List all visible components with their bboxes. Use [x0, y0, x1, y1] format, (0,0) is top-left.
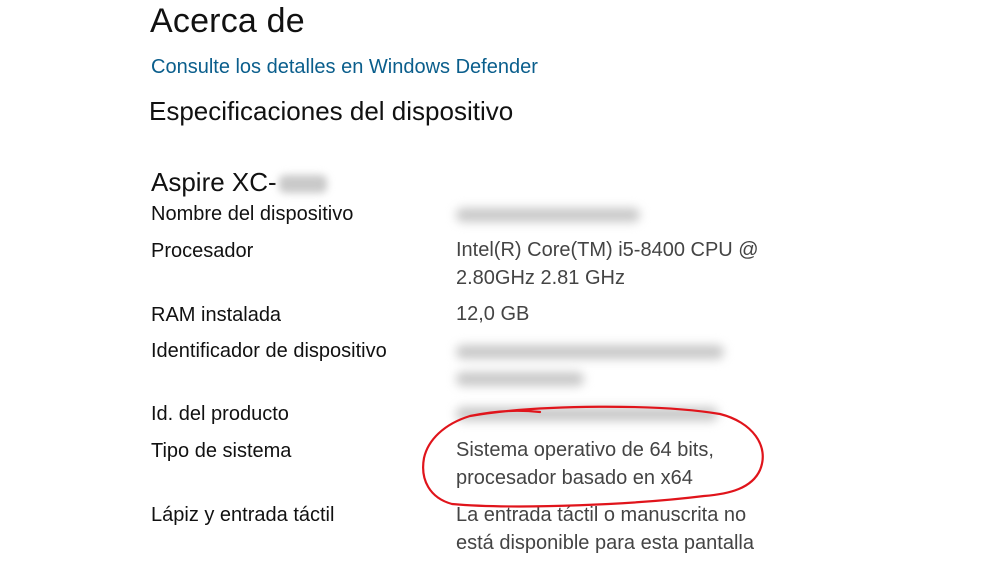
processor-label: Procesador	[151, 240, 254, 262]
device-specs-heading: Especificaciones del dispositivo	[149, 96, 514, 126]
about-page: Acerca de Consulte los detalles en Windo…	[0, 0, 1000, 567]
redacted-product-id	[456, 407, 718, 421]
device-name-label: Nombre del dispositivo	[151, 203, 354, 225]
page-title: Acerca de	[150, 2, 305, 40]
windows-defender-link[interactable]: Consulte los detalles en Windows Defende…	[151, 56, 538, 79]
processor-value-line2: 2.80GHz 2.81 GHz	[456, 267, 625, 289]
pen-touch-value: La entrada táctil o manuscrita no está d…	[456, 501, 754, 557]
redacted-device-id-line1	[456, 345, 724, 359]
redacted-device-id-line2	[456, 372, 584, 386]
processor-value-line1: Intel(R) Core(TM) i5-8400 CPU @	[456, 239, 759, 261]
product-id-label: Id. del producto	[151, 403, 289, 425]
ram-label: RAM instalada	[151, 304, 282, 326]
redacted-device-name	[456, 208, 640, 222]
device-model-name: Aspire XC-	[151, 167, 277, 197]
pen-touch-label: Lápiz y entrada táctil	[151, 504, 335, 526]
system-type-label: Tipo de sistema	[151, 440, 292, 462]
pen-touch-value-line2: está disponible para esta pantalla	[456, 532, 754, 554]
system-type-value-line2: procesador basado en x64	[456, 467, 693, 489]
system-type-value: Sistema operativo de 64 bits, procesador…	[456, 436, 714, 492]
device-id-label: Identificador de dispositivo	[151, 340, 387, 362]
pen-touch-value-line1: La entrada táctil o manuscrita no	[456, 504, 747, 526]
system-type-value-line1: Sistema operativo de 64 bits,	[456, 439, 714, 461]
processor-value: Intel(R) Core(TM) i5-8400 CPU @ 2.80GHz …	[456, 236, 759, 292]
ram-value: 12,0 GB	[456, 303, 530, 325]
device-model: Aspire XC-	[151, 167, 327, 198]
redacted-model-suffix	[278, 175, 327, 194]
